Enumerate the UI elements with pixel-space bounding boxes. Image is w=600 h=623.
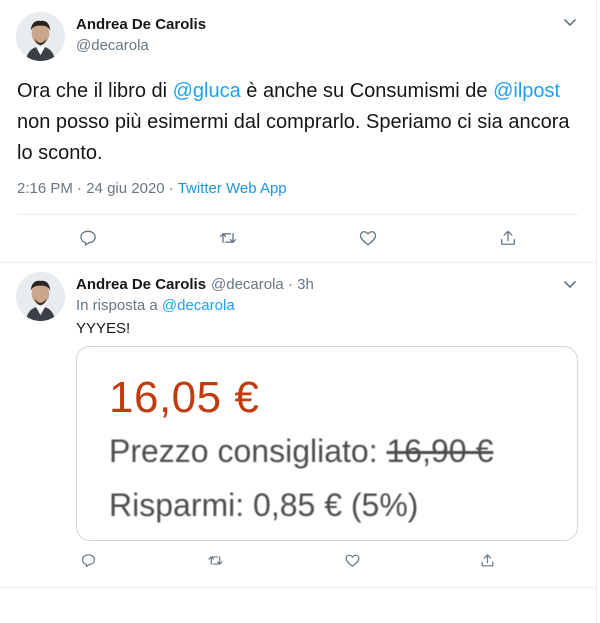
- chevron-down-icon[interactable]: [563, 18, 577, 28]
- divider: [0, 587, 597, 588]
- tweet-date[interactable]: 24 giu 2020: [86, 180, 164, 197]
- author-name[interactable]: Andrea De Carolis: [76, 16, 206, 33]
- source-app-link[interactable]: Twitter Web App: [178, 180, 287, 197]
- retweet-icon: [208, 555, 222, 565]
- like-button[interactable]: [356, 226, 380, 250]
- tweet-metadata: 2:16 PM · 24 giu 2020 · Twitter Web App: [17, 180, 287, 197]
- reply-author-info: @decarola · 3h: [211, 276, 314, 293]
- author-handle[interactable]: @decarola: [76, 37, 149, 54]
- retweet-button[interactable]: [216, 226, 240, 250]
- media-card[interactable]: 16,05 € Prezzo consigliato: 16,90 € Risp…: [76, 346, 578, 541]
- reply-button[interactable]: [76, 226, 100, 250]
- reply-icon: [80, 230, 96, 246]
- timeline-column: Andrea De Carolis @decarola Ora che il l…: [0, 0, 597, 623]
- card-list-price: 16,90 €: [386, 433, 494, 469]
- meta-separator: ·: [164, 180, 178, 197]
- card-price: 16,05 €: [109, 373, 260, 422]
- divider: [17, 214, 578, 215]
- share-icon: [481, 553, 493, 566]
- tweet-text-part: non posso più esimermi dal comprarlo. Sp…: [17, 111, 570, 164]
- like-button[interactable]: [340, 548, 364, 572]
- like-icon: [345, 554, 359, 567]
- share-button[interactable]: [475, 548, 499, 572]
- share-button[interactable]: [496, 226, 520, 250]
- tweet-text-part: Ora che il libro di: [17, 80, 173, 102]
- avatar[interactable]: [16, 12, 65, 61]
- chevron-down-icon[interactable]: [563, 280, 577, 290]
- share-icon: [501, 230, 515, 245]
- card-list-label: Prezzo consigliato:: [109, 433, 387, 469]
- mention-gluca[interactable]: @gluca: [173, 80, 241, 102]
- tweet-text: Ora che il libro di @gluca è anche su Co…: [17, 76, 587, 169]
- reply-button[interactable]: [76, 548, 100, 572]
- mention-ilpost[interactable]: @ilpost: [493, 80, 560, 102]
- tweet-text-part: è anche su Consumismi de: [240, 80, 494, 102]
- reply-author-handle[interactable]: @decarola: [211, 276, 284, 293]
- reply-to-mention[interactable]: @decarola: [162, 297, 235, 314]
- divider: [0, 262, 597, 263]
- retweet-button[interactable]: [203, 548, 227, 572]
- card-list-price-line: Prezzo consigliato: 16,90 €: [109, 433, 493, 470]
- avatar[interactable]: [16, 272, 65, 321]
- meta-separator: ·: [72, 180, 87, 197]
- reply-context: In risposta a @decarola: [76, 297, 235, 314]
- reply-icon: [81, 553, 95, 567]
- reply-author-name[interactable]: Andrea De Carolis: [76, 276, 206, 293]
- reply-prefix: In risposta a: [76, 297, 162, 314]
- reply-age[interactable]: 3h: [297, 276, 314, 293]
- tweet-time[interactable]: 2:16 PM: [17, 180, 73, 197]
- like-icon: [359, 231, 377, 246]
- reply-text: YYYES!: [76, 320, 131, 337]
- retweet-icon: [219, 233, 237, 243]
- card-savings: Risparmi: 0,85 € (5%): [109, 487, 419, 523]
